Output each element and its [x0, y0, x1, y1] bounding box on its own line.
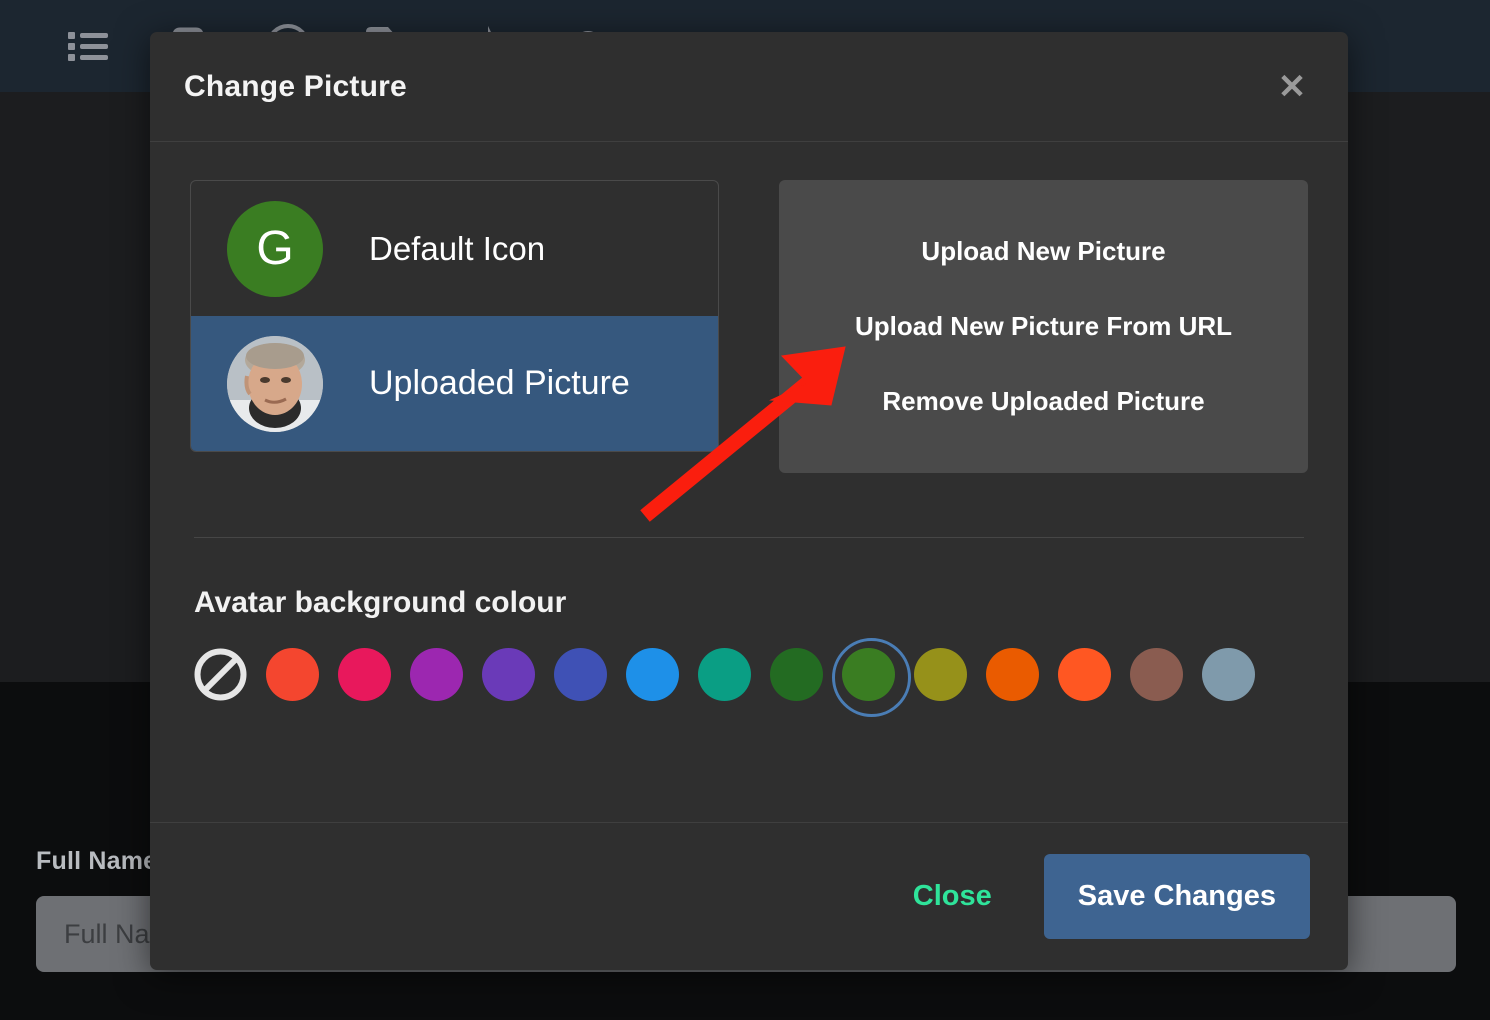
colour-swatch-red[interactable]	[266, 648, 319, 701]
colour-swatch-dark-green[interactable]	[770, 648, 823, 701]
close-button[interactable]: Close	[883, 862, 1022, 931]
save-changes-button[interactable]: Save Changes	[1043, 854, 1310, 939]
default-icon-avatar: G	[227, 200, 323, 297]
picture-actions-panel: Upload New Picture Upload New Picture Fr…	[779, 180, 1308, 473]
colour-swatch-list	[194, 638, 1304, 717]
colour-swatch-pink[interactable]	[338, 648, 391, 701]
avatar-colour-section: Avatar background colour	[190, 538, 1308, 717]
upload-new-picture-button[interactable]: Upload New Picture	[779, 214, 1308, 289]
colour-swatch-purple[interactable]	[410, 648, 463, 701]
close-icon[interactable]: ✕	[1270, 65, 1314, 109]
colour-swatch-teal[interactable]	[698, 648, 751, 701]
colour-swatch-blue[interactable]	[626, 648, 679, 701]
colour-swatch-blue-grey[interactable]	[1202, 648, 1255, 701]
uploaded-picture-avatar	[227, 335, 323, 432]
source-option-default-icon[interactable]: G Default Icon	[191, 181, 718, 316]
remove-uploaded-picture-button[interactable]: Remove Uploaded Picture	[779, 364, 1308, 439]
colour-swatch-brown[interactable]	[1130, 648, 1183, 701]
colour-swatch-indigo[interactable]	[554, 648, 607, 701]
colour-swatch-orange[interactable]	[1058, 648, 1111, 701]
modal-footer: Close Save Changes	[150, 822, 1348, 970]
colour-swatch-dark-orange[interactable]	[986, 648, 1039, 701]
list-icon[interactable]	[38, 17, 138, 75]
modal-body: G Default Icon Uploaded Picture Upload N…	[150, 142, 1348, 822]
modal-header: Change Picture ✕	[150, 32, 1348, 142]
change-picture-modal: Change Picture ✕ G Default Icon Uploaded…	[150, 32, 1348, 970]
picture-source-list: G Default Icon Uploaded Picture	[190, 180, 719, 452]
source-option-label: Default Icon	[369, 229, 546, 267]
avatar-colour-heading: Avatar background colour	[194, 586, 567, 619]
source-option-label: Uploaded Picture	[369, 364, 630, 402]
screen: Full Name Full Name Change Picture ✕ G D…	[0, 0, 1490, 1020]
upload-new-picture-from-url-button[interactable]: Upload New Picture From URL	[779, 289, 1308, 364]
colour-swatch-green[interactable]	[832, 638, 911, 717]
colour-swatch-olive[interactable]	[914, 648, 967, 701]
default-icon-avatar-letter: G	[256, 222, 294, 275]
no-colour-icon	[194, 648, 247, 701]
modal-title: Change Picture	[184, 69, 407, 103]
colour-swatch-none[interactable]	[194, 648, 247, 701]
picture-picker-row: G Default Icon Uploaded Picture Upload N…	[190, 180, 1308, 473]
source-option-uploaded-picture[interactable]: Uploaded Picture	[191, 316, 718, 451]
colour-swatch-deep-purple[interactable]	[482, 648, 535, 701]
